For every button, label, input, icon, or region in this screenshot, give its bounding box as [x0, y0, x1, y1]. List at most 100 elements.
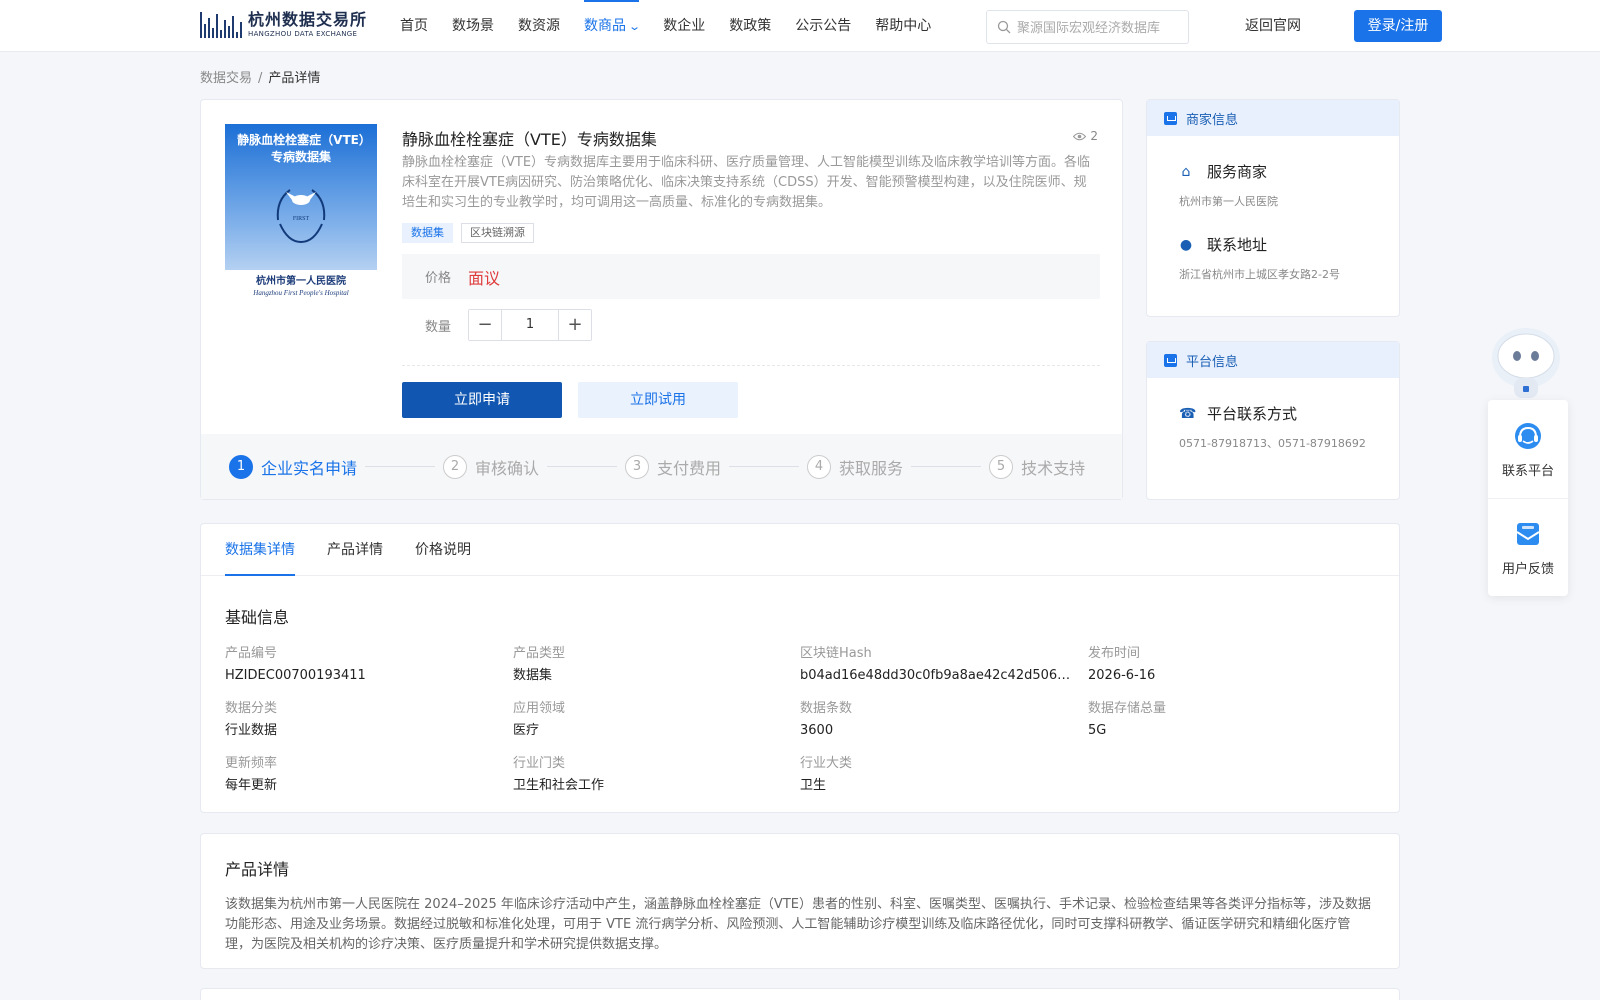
field-label: 产品编号	[225, 646, 278, 661]
field-value: 行业数据	[225, 723, 278, 738]
step-label: 企业实名申请	[261, 458, 358, 478]
field-update-frequency: 更新频率 每年更新	[225, 755, 513, 795]
field-application-domain: 应用领域 医疗	[513, 700, 800, 740]
step-4: 4 获取服务	[807, 454, 903, 479]
step-connector	[547, 466, 618, 467]
step-number: 3	[625, 454, 650, 479]
field-record-count: 数据条数 3600	[800, 700, 1088, 740]
search-box[interactable]	[986, 10, 1189, 44]
next-section-card	[200, 988, 1400, 1000]
step-label: 审核确认	[475, 458, 540, 478]
field-publish-time: 发布时间 2026-6-16	[1088, 645, 1375, 685]
apply-now-button[interactable]: 立即申请	[402, 382, 562, 418]
home-icon: ⌂	[1181, 163, 1191, 180]
detail-tabs: 数据集详情 产品详情 价格说明	[201, 524, 1399, 576]
price-row: 价格 面议	[402, 254, 1100, 299]
field-label: 数据存储总量	[1088, 701, 1167, 716]
quantity-stepper: − 1 +	[468, 309, 592, 341]
platform-contact-title: 平台联系方式	[1207, 405, 1298, 423]
platform-info-card: 平台信息 ☎ 平台联系方式 0571-87918713、0571-87918692	[1146, 341, 1400, 500]
contact-address-title: 联系地址	[1207, 236, 1268, 254]
contact-address-value: 浙江省杭州市上城区孝女路2-2号	[1179, 268, 1340, 281]
cover-footer: 杭州市第一人民医院 Hangzhou First People's Hospit…	[225, 270, 377, 304]
try-now-button[interactable]: 立即试用	[578, 382, 738, 418]
hospital-emblem-icon: FIRST	[276, 189, 326, 244]
cover-hospital-name-en: Hangzhou First People's Hospital	[253, 289, 349, 297]
contact-platform-label: 联系平台	[1501, 463, 1554, 479]
site-logo[interactable]: 杭州数据交易所 HANGZHOU DATA EXCHANGE	[200, 10, 367, 40]
tab-dataset-details[interactable]: 数据集详情	[225, 524, 295, 576]
dataset-details-card: 数据集详情 产品详情 价格说明 基础信息 产品编号 HZIDEC007001934…	[200, 523, 1400, 813]
breadcrumb-root[interactable]: 数据交易	[200, 71, 252, 86]
product-description: 静脉血栓栓塞症（VTE）专病数据库主要用于临床科研、医疗质量管理、人工智能模型训…	[402, 155, 1091, 210]
nav-products[interactable]: 数商品 ⌄	[584, 0, 642, 52]
field-value: 5G	[1088, 723, 1107, 738]
platform-contact-value: 0571-87918713、0571-87918692	[1179, 437, 1366, 450]
nav-enterprises[interactable]: 数企业	[663, 0, 705, 52]
platform-info-header: 平台信息	[1147, 342, 1399, 378]
service-merchant: ⌂ 服务商家 杭州市第一人民医院	[1179, 161, 1399, 209]
quantity-row: 数量 − 1 +	[402, 309, 592, 341]
logo-bars-icon	[200, 12, 242, 38]
nav-policies[interactable]: 数政策	[729, 0, 771, 52]
field-product-id: 产品编号 HZIDEC00700193411	[225, 645, 513, 685]
monitor-icon	[1164, 353, 1177, 367]
field-value: HZIDEC00700193411	[225, 668, 366, 683]
search-icon[interactable]	[997, 20, 1011, 34]
location-pin-icon: ●	[1179, 236, 1193, 253]
nav-help-center[interactable]: 帮助中心	[875, 0, 931, 52]
back-to-official-site-link[interactable]: 返回官网	[1245, 0, 1301, 52]
product-card: 静脉血栓栓塞症（VTE）专病数据集 FIRST 杭州市第一人民医院 Hangzh…	[200, 99, 1123, 500]
merchant-info-title: 商家信息	[1186, 112, 1239, 128]
step-label: 技术支持	[1021, 458, 1086, 478]
cover-hospital-name: 杭州市第一人民医院	[256, 276, 346, 287]
product-title: 静脉血栓栓塞症（VTE）专病数据集	[402, 130, 657, 149]
field-value: 2026-6-16	[1088, 668, 1156, 683]
process-steps: 1 企业实名申请 2 审核确认 3 支付费用 4 获取服务 5 技术支持	[201, 434, 1122, 499]
basic-info-grid: 产品编号 HZIDEC00700193411 产品类型 数据集 区块链Hash b04…	[225, 645, 1375, 795]
step-5: 5 技术支持	[989, 454, 1086, 479]
nav-resources[interactable]: 数资源	[518, 0, 560, 52]
field-value: 数据集	[513, 668, 553, 683]
field-product-type: 产品类型 数据集	[513, 645, 800, 685]
step-2: 2 审核确认	[443, 454, 540, 479]
search-input[interactable]	[1017, 19, 1182, 35]
platform-contact: ☎ 平台联系方式 0571-87918713、0571-87918692	[1179, 403, 1399, 451]
contact-address: ● 联系地址 浙江省杭州市上城区孝女路2-2号	[1179, 234, 1399, 282]
tab-price-description[interactable]: 价格说明	[415, 524, 471, 576]
view-count-value: 2	[1090, 129, 1098, 143]
platform-info-title: 平台信息	[1186, 354, 1239, 370]
merchant-info-card: 商家信息 ⌂ 服务商家 杭州市第一人民医院 ● 联系地址 浙江省杭州市上城区孝女路2…	[1146, 99, 1400, 317]
field-label: 数据条数	[800, 701, 853, 716]
nav-scenes[interactable]: 数场景	[452, 0, 494, 52]
minus-icon[interactable]: −	[469, 310, 501, 340]
service-merchant-value: 杭州市第一人民医院	[1179, 195, 1278, 208]
service-merchant-title: 服务商家	[1207, 163, 1268, 181]
product-detail-text: 该数据集为杭州市第一人民医院在 2024–2025 年临床诊疗活动中产生，涵盖静…	[225, 897, 1371, 952]
step-number: 1	[229, 454, 253, 479]
top-header: 杭州数据交易所 HANGZHOU DATA EXCHANGE 首页 数场景 数资…	[0, 0, 1600, 52]
field-value: 3600	[800, 723, 834, 738]
step-connector	[911, 466, 982, 467]
field-value: 卫生和社会工作	[513, 778, 605, 793]
contact-platform-button[interactable]: 联系平台	[1488, 400, 1568, 498]
breadcrumb-current: 产品详情	[268, 71, 321, 86]
plus-icon[interactable]: +	[559, 310, 591, 340]
view-count: 2	[1073, 129, 1098, 143]
user-feedback-button[interactable]: 用户反馈	[1488, 498, 1568, 596]
step-3: 3 支付费用	[625, 454, 722, 479]
nav-announcements[interactable]: 公示公告	[795, 0, 851, 52]
emblem-text: FIRST	[293, 216, 310, 222]
headset-icon	[1515, 422, 1541, 449]
chevron-down-icon: ⌄	[628, 20, 642, 33]
assistant-robot-icon[interactable]	[1486, 322, 1566, 400]
field-label: 数据分类	[225, 701, 278, 716]
tab-product-details[interactable]: 产品详情	[327, 524, 383, 576]
field-value: 医疗	[513, 723, 540, 738]
quantity-input[interactable]: 1	[501, 310, 559, 340]
nav-products-label: 数商品	[584, 18, 626, 34]
mail-feedback-icon	[1516, 523, 1540, 545]
step-label: 支付费用	[657, 458, 722, 478]
nav-home[interactable]: 首页	[400, 0, 428, 52]
login-register-button[interactable]: 登录/注册	[1354, 10, 1442, 42]
